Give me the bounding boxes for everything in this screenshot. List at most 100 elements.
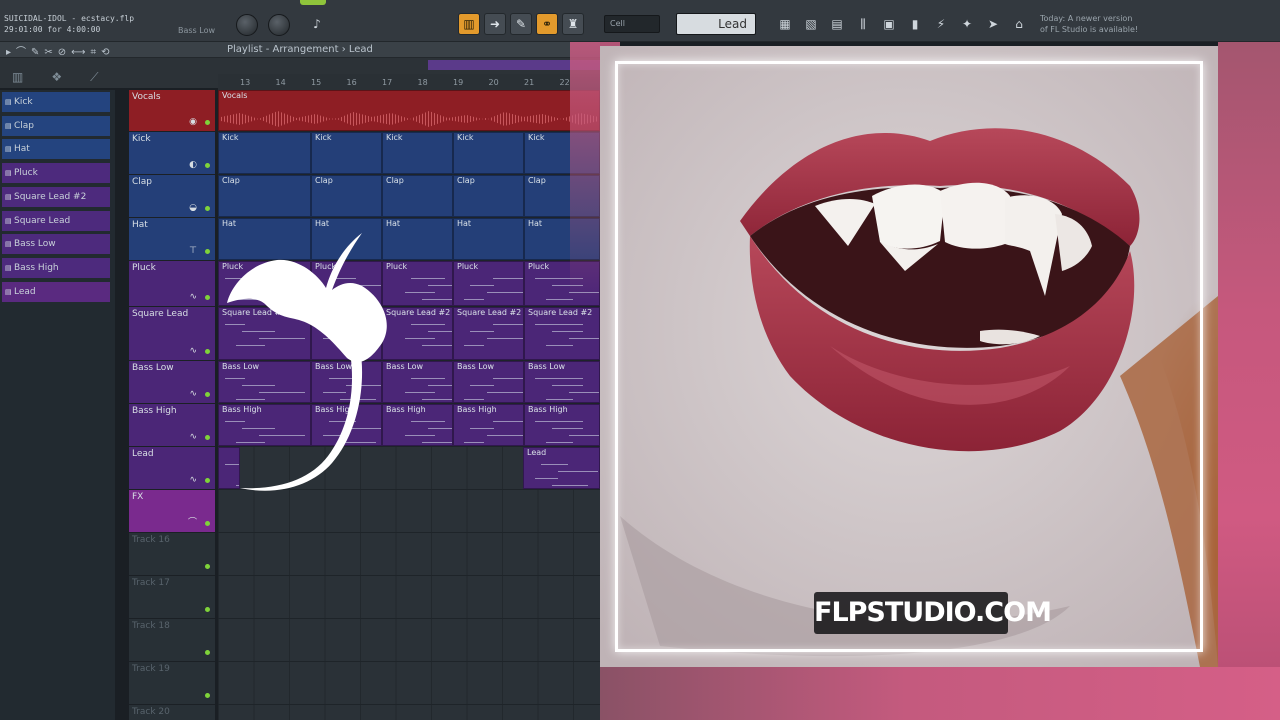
- pattern-clip[interactable]: Bass High: [524, 404, 600, 446]
- track-header[interactable]: Lead ∿: [129, 447, 215, 490]
- playlist-overview[interactable]: [218, 58, 600, 72]
- plugin-icon[interactable]: ⚡: [930, 13, 952, 35]
- clip-label: Bass High: [457, 405, 497, 414]
- master-pitch-knob[interactable]: [268, 14, 290, 36]
- track-header[interactable]: Bass Low ∿: [129, 361, 215, 404]
- update-notice[interactable]: Today: A newer version of FL Studio is a…: [1040, 13, 1138, 35]
- track-header[interactable]: Track 18: [129, 619, 215, 662]
- track-header[interactable]: Clap ◒: [129, 175, 215, 218]
- ruler-tick: 19: [453, 78, 464, 87]
- piano-roll-button[interactable]: ▥: [458, 13, 480, 35]
- pattern-clip[interactable]: Bass Low: [453, 361, 524, 403]
- playlist-icon[interactable]: ▦: [774, 13, 796, 35]
- track-mute-led[interactable]: [205, 120, 210, 125]
- track-header[interactable]: Track 20: [129, 705, 215, 720]
- pattern-clip[interactable]: Pluck: [453, 261, 524, 306]
- track-header[interactable]: Square Lead ∿: [129, 307, 215, 361]
- clip-label: Bass Low: [528, 362, 566, 371]
- pattern-clip[interactable]: Bass Low: [524, 361, 600, 403]
- tools-icon[interactable]: ✦: [956, 13, 978, 35]
- track-mute-led[interactable]: [205, 206, 210, 211]
- track-lane[interactable]: [218, 705, 600, 720]
- track-mute-led[interactable]: [205, 163, 210, 168]
- channel-rack-icon[interactable]: ▧: [800, 13, 822, 35]
- track-header[interactable]: Track 19: [129, 662, 215, 705]
- track-header[interactable]: FX ⌒: [129, 490, 215, 533]
- playlist-tool-icons[interactable]: ▸⌒✎✂⊘⟷⌗⟲: [6, 43, 115, 58]
- pattern-clip[interactable]: Kick: [453, 132, 524, 174]
- track-lane[interactable]: Clap Clap Clap Clap Clap: [218, 175, 600, 218]
- pattern-clip[interactable]: Clap: [218, 175, 311, 217]
- master-volume-knob[interactable]: [236, 14, 258, 36]
- pattern-select[interactable]: Lead: [676, 13, 756, 35]
- picker-item[interactable]: Kick: [2, 92, 110, 112]
- track-mute-led[interactable]: [205, 349, 210, 354]
- track-header[interactable]: Kick ◐: [129, 132, 215, 175]
- picker-item[interactable]: Bass Low: [2, 234, 110, 255]
- track-lane[interactable]: Kick Kick Kick Kick Kick: [218, 132, 600, 175]
- track-lane[interactable]: [218, 576, 600, 619]
- track-mute-led[interactable]: [205, 521, 210, 526]
- track-mute-led[interactable]: [205, 650, 210, 655]
- ruler-tick: 13: [240, 78, 251, 87]
- pattern-clip[interactable]: Hat: [453, 218, 524, 260]
- track-mute-led[interactable]: [205, 693, 210, 698]
- track-mute-led[interactable]: [205, 249, 210, 254]
- track-mute-led[interactable]: [205, 295, 210, 300]
- track-lane[interactable]: Vocals: [218, 90, 600, 132]
- track-mute-led[interactable]: [205, 564, 210, 569]
- picker-item[interactable]: Clap: [2, 115, 110, 136]
- pattern-clip[interactable]: Lead: [523, 447, 600, 489]
- track-header[interactable]: Pluck ∿: [129, 261, 215, 307]
- track-lane[interactable]: [218, 662, 600, 705]
- browser-icon[interactable]: ▣: [878, 13, 900, 35]
- pattern-clip[interactable]: Clap: [453, 175, 524, 217]
- picker-item[interactable]: Bass High: [2, 257, 110, 278]
- stamp-icon[interactable]: ♜: [562, 13, 584, 35]
- track-header[interactable]: Track 17: [129, 576, 215, 619]
- pink-background-bottom: [600, 667, 1280, 720]
- pattern-clip[interactable]: Square Lead #2: [524, 307, 600, 360]
- time-ruler[interactable]: 13 14 15 16 17 18 19 20 21 22: [218, 74, 600, 90]
- track-mute-led[interactable]: [205, 607, 210, 612]
- picker-item[interactable]: Square Lead: [2, 210, 110, 231]
- track-mute-led[interactable]: [205, 435, 210, 440]
- track-header[interactable]: Track 16: [129, 533, 215, 576]
- picker-mode-icons[interactable]: ▥❖⟋: [12, 70, 127, 85]
- ruler-tick: 16: [346, 78, 357, 87]
- metronome-icon[interactable]: ♪: [306, 13, 328, 35]
- link-icon[interactable]: ⚭: [536, 13, 558, 35]
- picker-item[interactable]: Pluck: [2, 163, 110, 184]
- picker-item[interactable]: Hat: [2, 139, 110, 160]
- tempo-icon[interactable]: ➤: [982, 13, 1004, 35]
- track-header[interactable]: Hat ⊤: [129, 218, 215, 261]
- snap-select[interactable]: Cell: [604, 15, 660, 33]
- mixer-icon[interactable]: ⫼: [852, 13, 874, 35]
- clip-note: [428, 285, 452, 286]
- pattern-clip[interactable]: Square Lead #2: [453, 307, 524, 360]
- file-icon[interactable]: ▮: [904, 13, 926, 35]
- shop-icon[interactable]: ⌂: [1008, 13, 1030, 35]
- arrow-icon[interactable]: ➜: [484, 13, 506, 35]
- clip-label: Bass Low: [457, 362, 495, 371]
- pattern-clip[interactable]: Kick: [382, 132, 453, 174]
- picker-item[interactable]: Lead: [2, 281, 110, 302]
- track-lane[interactable]: [218, 619, 600, 662]
- pattern-clip[interactable]: Clap: [382, 175, 453, 217]
- track-header[interactable]: Vocals ◉: [129, 90, 215, 132]
- ruler-tick: 15: [311, 78, 322, 87]
- clip-note: [552, 385, 583, 386]
- pattern-clip[interactable]: Kick: [311, 132, 382, 174]
- track-header[interactable]: Bass High ∿: [129, 404, 215, 447]
- track-lane[interactable]: [218, 533, 600, 576]
- pattern-clip[interactable]: Kick: [218, 132, 311, 174]
- pencil-icon[interactable]: ✎: [510, 13, 532, 35]
- piano-icon[interactable]: ▤: [826, 13, 848, 35]
- track-mute-led[interactable]: [205, 478, 210, 483]
- picker-item[interactable]: Square Lead #2: [2, 186, 110, 207]
- main-toolbar: SUICIDAL-IDOL - ecstacy.flp 29:01:00 for…: [0, 0, 1280, 42]
- pattern-clip[interactable]: Vocals: [218, 90, 600, 131]
- pattern-clip[interactable]: Bass High: [453, 404, 524, 446]
- pattern-clip[interactable]: Clap: [311, 175, 382, 217]
- track-mute-led[interactable]: [205, 392, 210, 397]
